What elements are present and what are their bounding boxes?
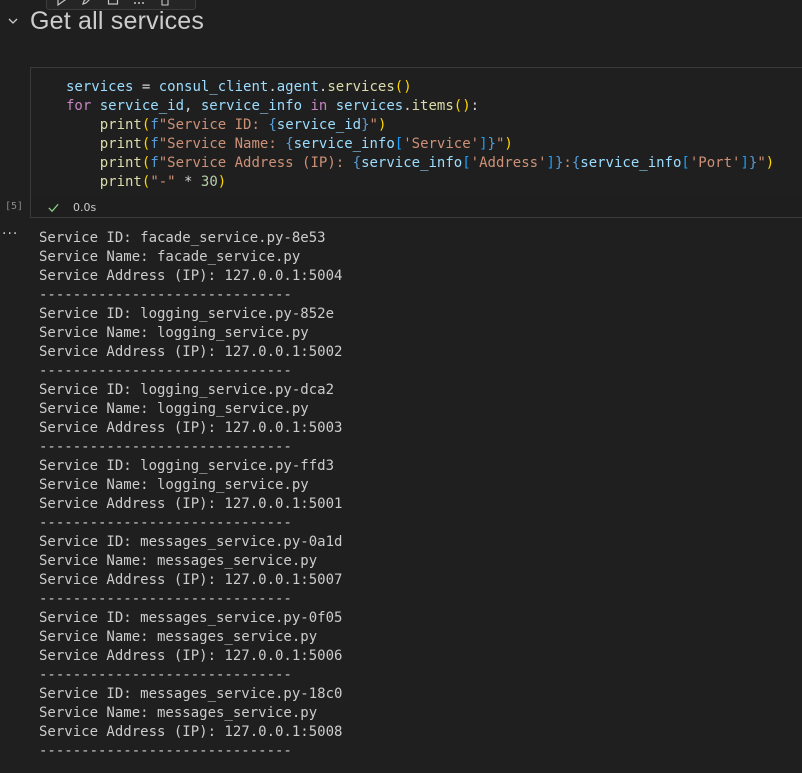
output-line: Service Address (IP): 127.0.0.1:5001 bbox=[39, 496, 343, 512]
execution-status: 0.0s bbox=[31, 198, 96, 216]
output-line: Service ID: logging_service.py-dca2 bbox=[39, 382, 335, 398]
markdown-heading-cell[interactable]: Get all services bbox=[0, 4, 204, 38]
cell-output: Service ID: facade_service.py-8e53 Servic… bbox=[39, 229, 342, 761]
output-line: Service ID: facade_service.py-8e53 bbox=[39, 230, 326, 246]
check-icon bbox=[47, 200, 61, 214]
output-line: ------------------------------ bbox=[39, 591, 292, 607]
output-line: Service Address (IP): 127.0.0.1:5007 bbox=[39, 572, 343, 588]
output-line: Service Name: logging_service.py bbox=[39, 325, 309, 341]
code-line: print("-" * 30) bbox=[99, 174, 227, 190]
code-cell[interactable]: services = consul_client.agent.services(… bbox=[30, 67, 802, 218]
output-line: Service Name: logging_service.py bbox=[39, 477, 309, 493]
output-line: Service Address (IP): 127.0.0.1:5006 bbox=[39, 648, 343, 664]
output-line: ------------------------------ bbox=[39, 667, 292, 683]
code-text: services = consul_client.agent.services(… bbox=[66, 78, 774, 192]
code-line: print(f"Service Address (IP): {service_i… bbox=[99, 155, 775, 171]
output-line: Service ID: logging_service.py-852e bbox=[39, 306, 335, 322]
output-line: ------------------------------ bbox=[39, 743, 292, 759]
output-line: Service ID: messages_service.py-18c0 bbox=[39, 686, 343, 702]
chevron-down-icon[interactable] bbox=[6, 14, 20, 28]
notebook-page: Get all services services = consul_clien… bbox=[0, 0, 802, 773]
execution-time: 0.0s bbox=[73, 200, 97, 214]
output-line: Service Address (IP): 127.0.0.1:5004 bbox=[39, 268, 343, 284]
output-line: ------------------------------ bbox=[39, 287, 292, 303]
output-line: Service ID: messages_service.py-0f05 bbox=[39, 610, 343, 626]
execution-count: [5] bbox=[5, 201, 24, 212]
code-line: for service_id, service_info in services… bbox=[66, 98, 480, 114]
code-line: services = consul_client.agent.services(… bbox=[66, 79, 412, 95]
output-line: ------------------------------ bbox=[39, 439, 292, 455]
output-line: Service Address (IP): 127.0.0.1:5002 bbox=[39, 344, 343, 360]
output-line: Service Name: logging_service.py bbox=[39, 401, 309, 417]
section-title: Get all services bbox=[30, 6, 205, 35]
output-line: Service Address (IP): 127.0.0.1:5003 bbox=[39, 420, 343, 436]
output-line: Service Name: messages_service.py bbox=[39, 705, 318, 721]
ellipsis-icon[interactable]: ··· bbox=[2, 226, 18, 242]
code-line: print(f"Service ID: {service_id}") bbox=[99, 117, 387, 133]
code-line: print(f"Service Name: {service_info['Ser… bbox=[99, 136, 513, 152]
output-line: Service Name: facade_service.py bbox=[39, 249, 301, 265]
output-line: Service ID: messages_service.py-0a1d bbox=[39, 534, 343, 550]
output-line: Service Name: messages_service.py bbox=[39, 629, 318, 645]
output-line: Service Name: messages_service.py bbox=[39, 553, 318, 569]
code-editor[interactable]: services = consul_client.agent.services(… bbox=[31, 68, 802, 195]
output-line: Service Address (IP): 127.0.0.1:5008 bbox=[39, 724, 343, 740]
output-line: ------------------------------ bbox=[39, 515, 292, 531]
output-line: Service ID: logging_service.py-ffd3 bbox=[39, 458, 335, 474]
output-line: ------------------------------ bbox=[39, 363, 292, 379]
